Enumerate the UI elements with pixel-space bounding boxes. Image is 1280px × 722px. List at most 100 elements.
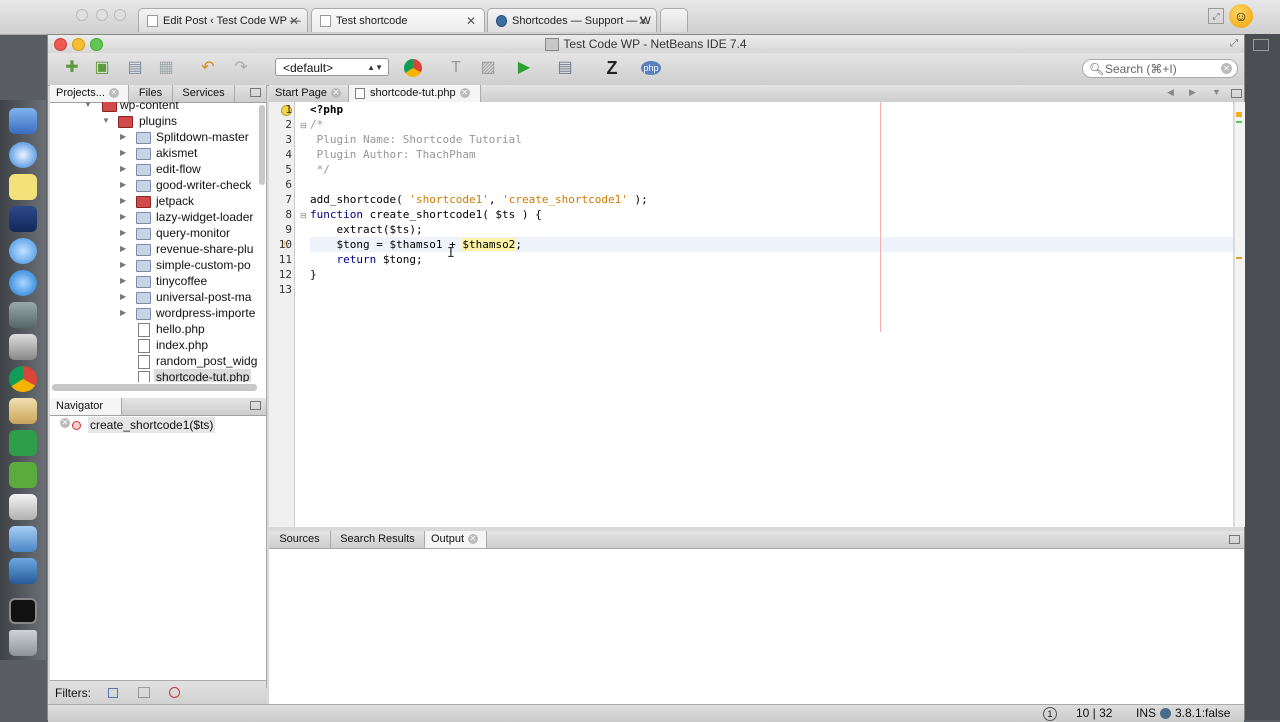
minimize-panel-icon[interactable]: [250, 88, 261, 97]
tree-item-folder[interactable]: ▶ tinycoffee: [50, 273, 258, 289]
trash-icon[interactable]: [9, 630, 37, 656]
zend-icon[interactable]: Z: [602, 58, 622, 78]
tree-item-folder[interactable]: ▶ wordpress-importe: [50, 305, 258, 321]
fullscreen-icon[interactable]: ⤢: [1230, 35, 1238, 53]
minimize-panel-icon[interactable]: [250, 401, 261, 410]
chevron-right-icon[interactable]: ▶: [120, 289, 126, 305]
tree-item-folder[interactable]: ▶ edit-flow: [50, 161, 258, 177]
evernote-icon[interactable]: [9, 462, 37, 488]
messages-icon[interactable]: [9, 238, 37, 264]
screenshot-icon[interactable]: [9, 558, 37, 584]
chevron-right-icon[interactable]: ▶: [120, 209, 126, 225]
fold-icon[interactable]: ⊟: [300, 211, 307, 220]
tree-item-wp-content[interactable]: ▼ wp-content: [50, 102, 258, 113]
database-icon[interactable]: [9, 398, 37, 424]
chevron-down-icon[interactable]: ▼: [1212, 87, 1221, 97]
chevron-right-icon[interactable]: ▶: [120, 305, 126, 321]
new-tab-button[interactable]: [660, 8, 688, 32]
horizontal-scrollbar[interactable]: [52, 384, 257, 391]
chevron-right-icon[interactable]: ▶: [120, 161, 126, 177]
redo-icon[interactable]: ↷: [231, 58, 251, 78]
browser-minimize-button[interactable]: [96, 9, 108, 21]
run-icon[interactable]: ▶: [514, 58, 534, 78]
tree-item-folder[interactable]: ▶ akismet: [50, 145, 258, 161]
tree-item-folder[interactable]: ▶ good-writer-check: [50, 177, 258, 193]
code-editor[interactable]: ⊟ ⊟ <?php /* Plugin Name: Shortcode Tuto…: [295, 102, 1233, 527]
chevron-right-icon[interactable]: ▶: [120, 129, 126, 145]
debug-icon[interactable]: ▤: [555, 58, 575, 78]
fullscreen-icon[interactable]: ⤢: [1208, 8, 1224, 24]
chevron-right-icon[interactable]: ▶: [120, 257, 126, 273]
warning-marker[interactable]: [1236, 112, 1242, 117]
browser-close-button[interactable]: [76, 9, 88, 21]
tree-item-folder[interactable]: ▶ lazy-widget-loader: [50, 209, 258, 225]
chevron-down-icon[interactable]: ▼: [102, 113, 110, 129]
disk-utility-icon[interactable]: [9, 334, 37, 360]
notes-icon[interactable]: [9, 174, 37, 200]
smiley-icon[interactable]: ☺: [1229, 4, 1253, 28]
warning-marker[interactable]: [1236, 257, 1242, 259]
filter-fields-icon[interactable]: [108, 688, 118, 698]
tree-item-file[interactable]: random_post_widg: [50, 353, 258, 369]
close-icon[interactable]: ✕: [459, 88, 470, 99]
browser-select-icon[interactable]: [404, 59, 422, 77]
close-icon[interactable]: ✕: [60, 418, 70, 429]
tab-projects[interactable]: Projects... ✕: [50, 85, 129, 102]
finder-icon[interactable]: [9, 108, 37, 134]
tab-navigator[interactable]: Navigator✕: [50, 398, 122, 429]
search-input[interactable]: 🔍︎ Search (⌘+I) ✕: [1082, 59, 1238, 78]
browser-tab-test-shortcode[interactable]: Test shortcode ✕: [311, 8, 485, 32]
tree-item-folder[interactable]: ▶ Splitdown-master: [50, 129, 258, 145]
new-file-icon[interactable]: ✚: [62, 58, 82, 78]
save-all-icon[interactable]: ▦: [156, 58, 176, 78]
chrome-icon[interactable]: [9, 366, 37, 392]
app-store-icon[interactable]: [9, 270, 37, 296]
tree-item-file-selected[interactable]: shortcode-tut.php: [50, 369, 258, 382]
preview-icon[interactable]: [9, 494, 37, 520]
tree-item-folder[interactable]: ▶ query-monitor: [50, 225, 258, 241]
filter-inherited-icon[interactable]: [138, 687, 150, 698]
minimize-window-button[interactable]: [72, 38, 85, 51]
chevron-right-icon[interactable]: ▶: [120, 273, 126, 289]
filter-non-public-icon[interactable]: [169, 687, 180, 698]
tree-item-file[interactable]: index.php: [50, 337, 258, 353]
tree-item-file[interactable]: hello.php: [50, 321, 258, 337]
close-icon[interactable]: ✕: [289, 9, 299, 32]
configuration-select[interactable]: <default> ▲▼: [275, 58, 389, 76]
close-icon[interactable]: ✕: [108, 88, 119, 99]
netbeans-icon[interactable]: [9, 526, 37, 552]
tab-start-page[interactable]: Start Page ✕: [269, 85, 349, 102]
browser-tab-edit-post[interactable]: Edit Post ‹ Test Code WP — ✕: [138, 8, 308, 32]
close-icon[interactable]: ✕: [468, 534, 479, 545]
chevron-right-icon[interactable]: ▶: [120, 145, 126, 161]
browser-tab-shortcodes-support[interactable]: Shortcodes — Support — W ✕: [487, 8, 657, 32]
tree-item-folder[interactable]: ▶ simple-custom-po: [50, 257, 258, 273]
tree-item-folder[interactable]: ▶ revenue-share-plu: [50, 241, 258, 257]
tree-item-folder[interactable]: ▶ jetpack: [50, 193, 258, 209]
tab-files[interactable]: Files: [129, 85, 173, 102]
open-project-icon[interactable]: ▤: [125, 58, 145, 78]
build-icon[interactable]: T: [446, 58, 466, 78]
close-icon[interactable]: ✕: [330, 88, 341, 99]
browser-zoom-button[interactable]: [114, 9, 126, 21]
lightroom-icon[interactable]: [9, 206, 37, 232]
notifications-badge[interactable]: 1: [1043, 707, 1057, 721]
close-window-button[interactable]: [54, 38, 67, 51]
tree-item-folder[interactable]: ▶ universal-post-ma: [50, 289, 258, 305]
maximize-icon[interactable]: [1231, 89, 1242, 98]
tab-services[interactable]: Services: [173, 85, 235, 102]
tab-sources[interactable]: Sources: [269, 531, 331, 548]
clear-search-icon[interactable]: ✕: [1221, 63, 1232, 74]
close-icon[interactable]: ✕: [638, 9, 648, 32]
tab-shortcode-tut[interactable]: shortcode-tut.php ✕: [349, 85, 481, 102]
tab-search-results[interactable]: Search Results: [331, 531, 425, 548]
excel-icon[interactable]: [9, 430, 37, 456]
safari-icon[interactable]: [9, 142, 37, 168]
vertical-scrollbar[interactable]: [259, 105, 265, 185]
scroll-left-icon[interactable]: ◀: [1167, 87, 1174, 98]
scroll-right-icon[interactable]: ▶: [1189, 87, 1196, 98]
tab-output[interactable]: Output ✕: [425, 531, 487, 548]
chevron-right-icon[interactable]: ▶: [120, 241, 126, 257]
tree-item-plugins[interactable]: ▼ plugins: [50, 113, 258, 129]
chevron-down-icon[interactable]: ▼: [84, 102, 92, 113]
